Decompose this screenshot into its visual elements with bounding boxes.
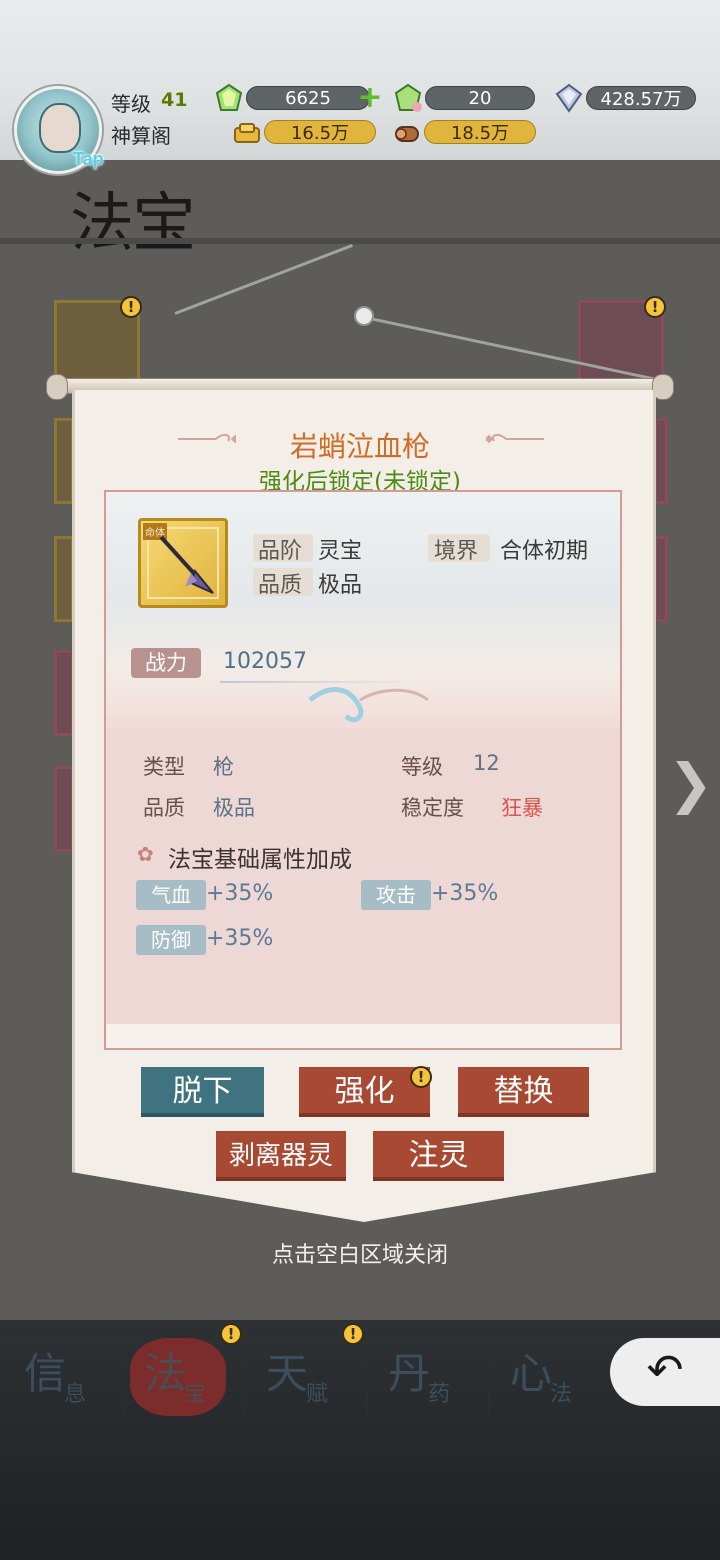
- item-name: 岩蛸泣血枪: [289, 430, 430, 463]
- power-label: 战力: [131, 648, 201, 678]
- tab-elixir[interactable]: 丹 药: [366, 1340, 486, 1420]
- tab-treasure-subchar: 宝: [184, 1382, 207, 1407]
- tap-label: Tap: [73, 149, 104, 169]
- type-label: 类型: [143, 755, 185, 779]
- tab-technique-subchar: 法: [550, 1382, 573, 1407]
- pink-stone-icon: [394, 83, 422, 112]
- spirit-stone-icon: [215, 83, 243, 111]
- wood-amount: 18.5万: [424, 120, 536, 144]
- item-level-label: 等级: [401, 755, 443, 779]
- equip-slot-left-5[interactable]: [54, 766, 74, 852]
- tab-elixir-subchar: 药: [428, 1382, 451, 1407]
- scroll-rod-end: [46, 374, 68, 400]
- wave-ornament-icon: [308, 687, 429, 723]
- tab-treasure-char: 法: [144, 1349, 187, 1398]
- level-label: 等级: [111, 92, 151, 116]
- tab-technique-char: 心: [510, 1349, 553, 1398]
- attr-attack-value: +35%: [431, 881, 499, 906]
- section-title: 法宝基础属性加成: [168, 847, 352, 873]
- infuse-button[interactable]: 注灵: [373, 1131, 504, 1181]
- spirit-stone-amount: 6625: [246, 86, 370, 110]
- item-level-value: 12: [473, 751, 500, 775]
- realm-value: 合体初期: [500, 539, 589, 564]
- attr-defense-tag: 防御: [136, 925, 206, 955]
- tab-info-subchar: 息: [64, 1382, 87, 1407]
- rank-title: 神算阁: [111, 124, 171, 148]
- power-value: 102057: [223, 649, 307, 674]
- gold-ingot-icon: [234, 123, 260, 143]
- enhance-alert-icon: !: [410, 1066, 432, 1088]
- tab-alert-icon: !: [220, 1323, 242, 1345]
- tab-elixir-char: 丹: [388, 1349, 431, 1398]
- attr-defense-value: +35%: [206, 926, 274, 951]
- quality-value: 极品: [318, 573, 363, 598]
- attr-hp-value: +35%: [206, 881, 274, 906]
- flower-icon: ✿: [137, 842, 154, 866]
- attr-attack-tag: 攻击: [361, 880, 431, 910]
- equip-slot-right-3[interactable]: [654, 536, 668, 622]
- level-value: 41: [161, 89, 188, 111]
- spear-icon: [159, 535, 214, 594]
- unequip-button[interactable]: 脱下: [141, 1067, 264, 1117]
- diamond-icon: [555, 83, 583, 113]
- hanging-pin: [354, 306, 374, 326]
- close-hint[interactable]: 点击空白区域关闭: [0, 1237, 720, 1269]
- tab-technique[interactable]: 心 法: [488, 1340, 608, 1420]
- gold-amount: 16.5万: [264, 120, 376, 144]
- stat-quality-value: 极品: [213, 796, 255, 820]
- tab-info-char: 信: [24, 1349, 67, 1398]
- alert-icon: !: [120, 296, 142, 318]
- tab-talent[interactable]: 天 赋: [244, 1340, 364, 1420]
- stat-quality-label: 品质: [143, 796, 185, 820]
- attr-hp-tag: 气血: [136, 880, 206, 910]
- back-arrow-icon: ↶: [646, 1345, 684, 1396]
- wood-log-icon: [395, 126, 419, 142]
- replace-button[interactable]: 替换: [458, 1067, 589, 1117]
- tab-talent-subchar: 赋: [306, 1382, 329, 1407]
- back-button[interactable]: ↶: [610, 1338, 720, 1406]
- stability-value: 狂暴: [501, 796, 543, 820]
- page-title: 法宝: [70, 187, 196, 261]
- title-divider: [0, 238, 720, 244]
- grade-value: 灵宝: [318, 539, 363, 564]
- equip-slot-left-4[interactable]: [54, 650, 74, 736]
- quality-label: 品质: [258, 573, 303, 598]
- stability-label: 稳定度: [401, 796, 464, 820]
- tab-treasure[interactable]: 法 宝: [122, 1340, 242, 1420]
- type-value: 枪: [213, 755, 234, 779]
- add-spirit-stone-button[interactable]: +: [357, 83, 383, 113]
- avatar-face: [39, 103, 81, 153]
- equip-slot-left-3[interactable]: [54, 536, 74, 622]
- tab-alert-icon: !: [342, 1323, 364, 1345]
- item-info-footer: [106, 1024, 620, 1048]
- strip-spirit-button[interactable]: 剥离器灵: [216, 1131, 346, 1181]
- alert-icon: !: [644, 296, 666, 318]
- diamond-amount: 428.57万: [586, 86, 696, 110]
- avatar[interactable]: Tap: [14, 86, 104, 174]
- tab-info[interactable]: 信 息: [2, 1340, 122, 1420]
- item-icon: 命体: [138, 518, 228, 608]
- realm-label: 境界: [434, 539, 479, 564]
- pink-stone-amount: 20: [425, 86, 535, 110]
- tab-talent-char: 天: [266, 1349, 309, 1398]
- next-arrow-icon[interactable]: ❯: [668, 752, 713, 815]
- grade-label: 品阶: [258, 539, 303, 564]
